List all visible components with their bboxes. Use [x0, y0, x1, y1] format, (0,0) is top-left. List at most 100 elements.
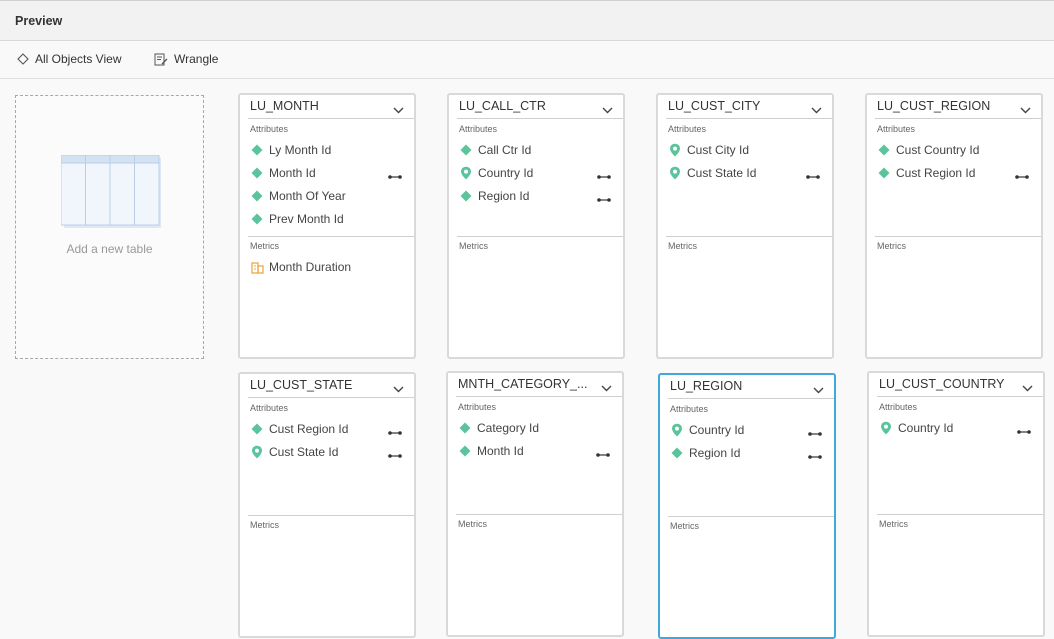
link-icon: [597, 192, 611, 206]
table-placeholder-icon: [61, 155, 161, 228]
metric-row[interactable]: Month Duration: [250, 258, 414, 276]
link-icon: [388, 169, 402, 183]
attribute-row[interactable]: Prev Month Id: [250, 210, 414, 228]
all-objects-view-label: All Objects View: [35, 52, 122, 66]
attribute-row[interactable]: Cust City Id: [668, 141, 832, 159]
divider: [877, 514, 1043, 515]
attribute-label: Country Id: [478, 166, 534, 180]
link-icon: [1017, 424, 1031, 438]
all-objects-view-button[interactable]: All Objects View: [17, 50, 121, 68]
table-card[interactable]: LU_CALL_CTR Attributes Call Ctr Id Country …: [447, 93, 625, 359]
divider: [668, 398, 834, 399]
divider: [875, 236, 1041, 237]
attribute-row[interactable]: Ly Month Id: [250, 141, 414, 159]
divider: [877, 396, 1043, 397]
divider: [248, 236, 414, 237]
diamond-icon: [250, 189, 264, 203]
add-new-table-button[interactable]: Add a new table: [15, 95, 204, 359]
attribute-label: Month Id: [269, 166, 316, 180]
wrangle-label: Wrangle: [174, 52, 219, 66]
attribute-label: Region Id: [478, 189, 530, 203]
chevron-down-icon[interactable]: [1022, 379, 1033, 397]
link-icon: [597, 169, 611, 183]
attribute-label: Cust State Id: [269, 445, 339, 459]
divider: [666, 236, 832, 237]
attribute-row[interactable]: Cust State Id: [668, 164, 832, 182]
attribute-row[interactable]: Cust Region Id: [250, 420, 414, 438]
table-name: LU_MONTH: [250, 99, 319, 113]
diamond-icon: [250, 422, 264, 436]
diamond-icon: [459, 189, 473, 203]
wrangle-button[interactable]: Wrangle: [154, 50, 218, 68]
diamond-icon: [458, 444, 472, 458]
diamond-icon: [250, 212, 264, 226]
divider: [666, 118, 832, 119]
table-name: LU_CUST_STATE: [250, 378, 353, 392]
add-new-table-label: Add a new table: [66, 242, 153, 256]
table-card[interactable]: MNTH_CATEGORY_... Attributes Category Id Mo…: [446, 371, 624, 637]
diamond-icon: [877, 143, 891, 157]
chevron-down-icon[interactable]: [393, 101, 404, 119]
table-card[interactable]: LU_REGION Attributes Country Id Region Id Me…: [658, 373, 836, 639]
metric-icon: [250, 260, 264, 274]
attribute-row[interactable]: Country Id: [879, 419, 1043, 437]
attribute-label: Country Id: [898, 421, 954, 435]
table-card[interactable]: LU_CUST_CITY Attributes Cust City Id Cust S…: [656, 93, 834, 359]
attribute-label: Cust Region Id: [896, 166, 976, 180]
divider: [875, 118, 1041, 119]
attribute-row[interactable]: Region Id: [459, 187, 623, 205]
wrangle-icon: [154, 53, 168, 65]
chevron-down-icon[interactable]: [601, 379, 612, 397]
diamond-outline-icon: [17, 53, 29, 65]
location-pin-icon: [459, 166, 473, 180]
attribute-row[interactable]: Category Id: [458, 419, 622, 437]
divider: [248, 515, 414, 516]
table-card[interactable]: LU_CUST_COUNTRY Attributes Country Id Metri…: [867, 371, 1045, 637]
location-pin-icon: [668, 166, 682, 180]
divider: [457, 118, 623, 119]
attribute-label: Country Id: [689, 423, 745, 437]
diamond-icon: [250, 143, 264, 157]
divider: [457, 236, 623, 237]
attribute-row[interactable]: Month Of Year: [250, 187, 414, 205]
attribute-row[interactable]: Cust Region Id: [877, 164, 1041, 182]
divider: [248, 118, 414, 119]
location-pin-icon: [668, 143, 682, 157]
metrics-label: Metrics: [250, 241, 279, 251]
attribute-row[interactable]: Cust State Id: [250, 443, 414, 461]
table-name: LU_REGION: [670, 379, 743, 393]
chevron-down-icon[interactable]: [813, 381, 824, 399]
divider: [456, 514, 622, 515]
attribute-row[interactable]: Month Id: [250, 164, 414, 182]
divider: [456, 396, 622, 397]
attribute-row[interactable]: Call Ctr Id: [459, 141, 623, 159]
attribute-row[interactable]: Region Id: [670, 444, 834, 462]
attribute-label: Ly Month Id: [269, 143, 332, 157]
metrics-label: Metrics: [250, 520, 279, 530]
table-name: LU_CUST_REGION: [877, 99, 991, 113]
link-icon: [808, 449, 822, 463]
table-card[interactable]: LU_CUST_REGION Attributes Cust Country Id C…: [865, 93, 1043, 359]
attributes-label: Attributes: [879, 402, 918, 412]
attribute-row[interactable]: Cust Country Id: [877, 141, 1041, 159]
chevron-down-icon[interactable]: [811, 101, 822, 119]
attribute-row[interactable]: Month Id: [458, 442, 622, 460]
diamond-icon: [459, 143, 473, 157]
attribute-label: Region Id: [689, 446, 741, 460]
chevron-down-icon[interactable]: [602, 101, 613, 119]
attribute-label: Cust Region Id: [269, 422, 349, 436]
chevron-down-icon[interactable]: [1020, 101, 1031, 119]
chevron-down-icon[interactable]: [393, 380, 404, 398]
diamond-icon: [670, 446, 684, 460]
attribute-row[interactable]: Country Id: [670, 421, 834, 439]
metrics-label: Metrics: [670, 521, 699, 531]
table-card[interactable]: LU_CUST_STATE Attributes Cust Region Id Cus…: [238, 372, 416, 638]
link-icon: [388, 448, 402, 462]
preview-header: Preview: [0, 0, 1054, 41]
attribute-row[interactable]: Country Id: [459, 164, 623, 182]
table-card[interactable]: LU_MONTH Attributes Ly Month Id Month Id Mon…: [238, 93, 416, 359]
attributes-label: Attributes: [668, 124, 707, 134]
attribute-label: Prev Month Id: [269, 212, 344, 226]
metrics-label: Metrics: [879, 519, 908, 529]
metrics-label: Metrics: [458, 519, 487, 529]
